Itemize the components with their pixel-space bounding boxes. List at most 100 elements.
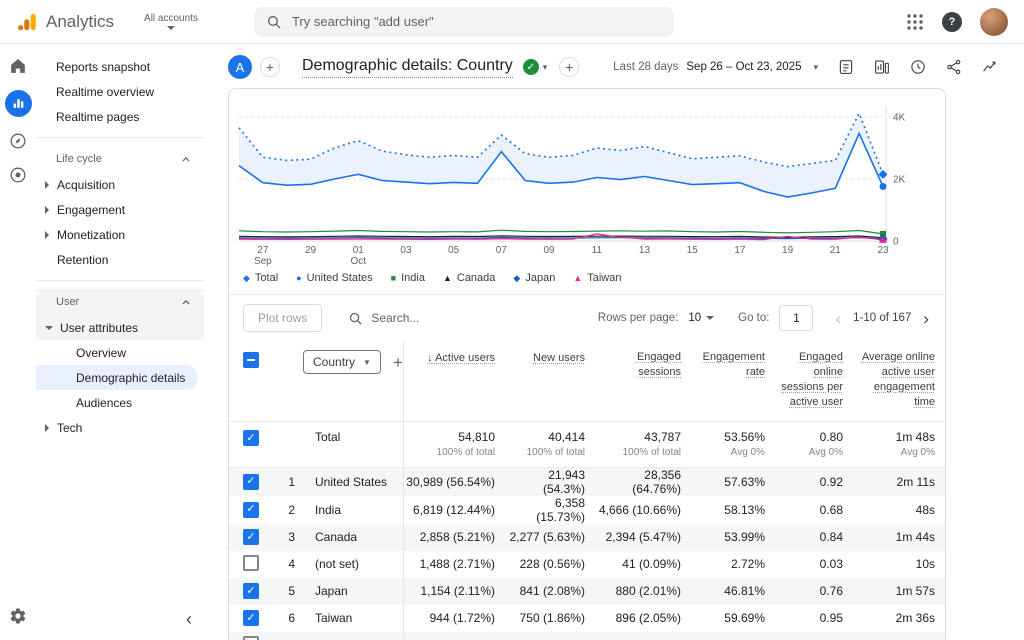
- column-header-1[interactable]: New users: [533, 351, 585, 366]
- report-card: 02K4K27Sep2901Oct0305070911131517192123 …: [228, 88, 946, 640]
- search-icon: [348, 311, 363, 326]
- sidebar-item-reports-snapshot[interactable]: Reports snapshot: [36, 54, 204, 79]
- sidebar-item-acquisition[interactable]: Acquisition: [36, 172, 204, 197]
- row-checkbox[interactable]: [243, 636, 259, 640]
- series-marker-icon: ◆: [243, 273, 250, 284]
- previous-page-icon[interactable]: ‹: [833, 310, 843, 327]
- dimension-selector[interactable]: Country▼: [303, 350, 381, 374]
- column-header-3[interactable]: Engagement rate: [693, 350, 765, 380]
- sidebar-section-user[interactable]: User: [36, 289, 204, 315]
- date-range-picker[interactable]: Sep 26 – Oct 23, 2025: [686, 61, 801, 73]
- svg-text:21: 21: [830, 245, 842, 256]
- sidebar-item-monetization[interactable]: Monetization: [36, 222, 204, 247]
- home-icon[interactable]: [8, 56, 28, 76]
- collapse-arrow-icon: [45, 326, 53, 330]
- legend-item[interactable]: ▲Taiwan: [573, 272, 621, 284]
- sidebar-item-overview[interactable]: Overview: [36, 340, 204, 365]
- add-report-button[interactable]: +: [559, 57, 579, 77]
- share-icon[interactable]: [944, 57, 964, 77]
- svg-text:05: 05: [448, 245, 460, 256]
- chart-legend: ◆Total ●United States ■India ▲Canada ◆Japan ▲…: [229, 270, 945, 294]
- rows-per-page-select[interactable]: 10: [688, 312, 714, 324]
- table-row: 7Singapore884 (1.61%)574 (1.42%)673 (1.5…: [229, 632, 946, 640]
- insights-icon[interactable]: [980, 57, 1000, 77]
- chevron-down-icon: ▾: [543, 62, 548, 73]
- add-comparison-button[interactable]: +: [260, 57, 280, 77]
- admin-settings-button[interactable]: [9, 607, 27, 628]
- help-icon[interactable]: ?: [942, 12, 962, 32]
- expand-arrow-icon: [45, 424, 49, 432]
- comparison-badge[interactable]: A: [228, 55, 252, 79]
- sidebar-item-realtime-overview[interactable]: Realtime overview: [36, 79, 204, 104]
- row-checkbox[interactable]: ✓: [243, 610, 259, 626]
- row-checkbox[interactable]: ✓: [243, 583, 259, 599]
- svg-text:4K: 4K: [893, 113, 906, 124]
- row-checkbox[interactable]: ✓: [243, 502, 259, 518]
- avatar[interactable]: [980, 8, 1008, 36]
- legend-item[interactable]: ●United States: [296, 272, 372, 284]
- sidebar-item-engagement[interactable]: Engagement: [36, 197, 204, 222]
- svg-text:15: 15: [687, 245, 699, 256]
- notes-icon[interactable]: [836, 57, 856, 77]
- select-all-checkbox[interactable]: [243, 352, 259, 368]
- expand-arrow-icon: [45, 231, 49, 239]
- legend-item[interactable]: ◆Japan: [513, 272, 555, 284]
- sort-arrow-icon: ↓: [427, 352, 433, 364]
- sidebar-section-life-cycle[interactable]: Life cycle: [36, 146, 204, 172]
- bar-chart-icon: [12, 97, 25, 110]
- svg-text:03: 03: [400, 245, 412, 256]
- svg-text:19: 19: [782, 245, 794, 256]
- clock-icon[interactable]: [908, 57, 928, 77]
- sidebar-item-realtime-pages[interactable]: Realtime pages: [36, 104, 204, 129]
- column-header-0[interactable]: ↓ Active users: [427, 351, 495, 366]
- reports-icon[interactable]: [5, 90, 32, 117]
- svg-text:13: 13: [639, 245, 651, 256]
- svg-text:07: 07: [496, 245, 508, 256]
- table-search[interactable]: [348, 311, 481, 326]
- column-header-2[interactable]: Engaged sessions: [597, 350, 681, 380]
- legend-item[interactable]: ■India: [391, 272, 425, 284]
- table-controls: Plot rows Rows per page: 10 Go to: ‹ 1-1…: [229, 294, 945, 341]
- date-range-label: Last 28 days: [613, 61, 678, 73]
- add-dimension-button[interactable]: +: [393, 354, 403, 371]
- series-marker-icon: ■: [391, 273, 396, 283]
- report-title[interactable]: Demographic details: Country: [302, 57, 513, 78]
- collapse-sidebar-button[interactable]: ‹: [186, 610, 192, 628]
- chevron-down-icon: ▼: [363, 358, 371, 367]
- row-checkbox[interactable]: [243, 555, 259, 571]
- compare-icon[interactable]: [872, 57, 892, 77]
- sidebar-nav: Reports snapshot Realtime overview Realt…: [36, 44, 204, 640]
- gear-icon: [9, 607, 27, 625]
- data-quality-icon[interactable]: ✓: [523, 59, 539, 75]
- sidebar-item-demographic-details[interactable]: Demographic details: [36, 365, 198, 390]
- column-header-4[interactable]: Engaged online sessions per active user: [777, 350, 843, 409]
- goto-page-input[interactable]: [779, 305, 813, 331]
- legend-item[interactable]: ▲Canada: [443, 272, 495, 284]
- explore-icon[interactable]: [8, 131, 28, 151]
- search-icon: [266, 14, 282, 30]
- chevron-up-icon: [182, 157, 190, 162]
- sidebar-item-audiences[interactable]: Audiences: [36, 390, 204, 415]
- legend-item[interactable]: ◆Total: [243, 272, 278, 284]
- series-marker-icon: ▲: [573, 273, 582, 283]
- divider: [36, 137, 204, 138]
- total-checkbox[interactable]: ✓: [243, 430, 259, 446]
- next-page-icon[interactable]: ›: [921, 310, 931, 327]
- analytics-logo[interactable]: Analytics: [16, 11, 114, 33]
- apps-grid-icon[interactable]: [906, 13, 924, 31]
- divider: [36, 280, 204, 281]
- table-search-input[interactable]: [371, 311, 481, 325]
- global-search-input[interactable]: [292, 14, 662, 29]
- sidebar-item-retention[interactable]: Retention: [36, 247, 204, 272]
- advertising-icon[interactable]: [8, 165, 28, 185]
- sidebar-item-user-attributes[interactable]: User attributes: [36, 315, 204, 340]
- table-row: ✓2India6,819 (12.44%)6,358 (15.73%)4,666…: [229, 496, 946, 524]
- column-header-5[interactable]: Average online active user engagement ti…: [855, 350, 935, 409]
- row-checkbox[interactable]: ✓: [243, 474, 259, 490]
- row-checkbox[interactable]: ✓: [243, 529, 259, 545]
- chevron-down-icon: [706, 316, 714, 320]
- plot-rows-button[interactable]: Plot rows: [243, 304, 322, 332]
- sidebar-item-tech[interactable]: Tech: [36, 415, 204, 440]
- account-picker[interactable]: All accounts: [144, 13, 198, 30]
- global-search[interactable]: [254, 7, 674, 37]
